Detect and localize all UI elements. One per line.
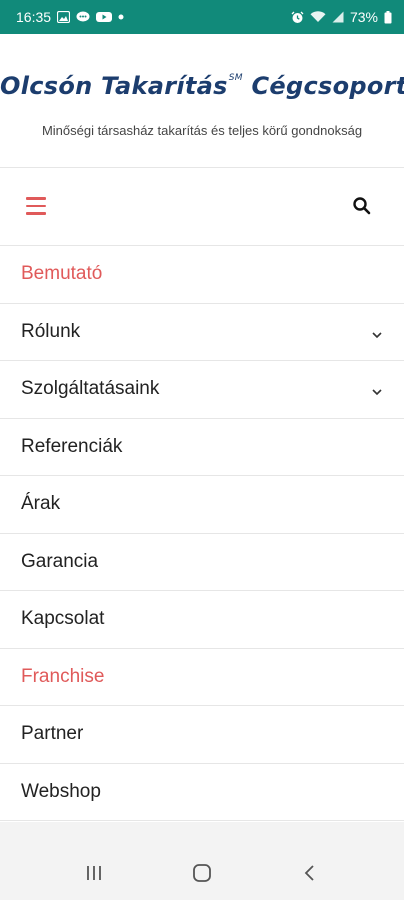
battery-percent: 73%: [349, 9, 378, 25]
youtube-icon: [96, 11, 113, 23]
chevron-down-icon[interactable]: [370, 383, 384, 397]
menu-item-arak[interactable]: Árak: [0, 476, 404, 534]
recent-apps-icon[interactable]: [79, 858, 109, 888]
service-mark: SM: [228, 73, 243, 83]
android-navigation-bar: [0, 845, 404, 900]
menu-item-franchise[interactable]: Franchise: [0, 649, 404, 706]
chevron-down-icon[interactable]: [370, 326, 384, 340]
menu-item-rolunk[interactable]: Rólunk: [0, 304, 404, 361]
search-icon[interactable]: [352, 196, 372, 216]
hamburger-menu-icon[interactable]: [26, 197, 46, 215]
home-icon[interactable]: [187, 858, 217, 888]
menu-item-garancia[interactable]: Garancia: [0, 534, 404, 591]
menu-item-szolgaltatasaink[interactable]: Szolgáltatásaink: [0, 361, 404, 419]
menu-item-label: Kapcsolat: [21, 608, 105, 630]
alarm-icon: [291, 11, 304, 24]
menu-item-label: Garancia: [21, 550, 99, 572]
status-right: 73%: [291, 9, 392, 25]
menu-item-label: Partner: [21, 723, 84, 745]
status-time: 16:35: [16, 9, 52, 25]
menu-item-label: Rólunk: [21, 320, 81, 342]
back-icon[interactable]: [295, 858, 325, 888]
menu-item-referenciak[interactable]: Referenciák: [0, 419, 404, 476]
menu-item-label: Webshop: [21, 780, 101, 802]
site-title[interactable]: Olcsón TakarításSM Cégcsoport: [0, 72, 404, 100]
site-title-suffix: Cégcsoport: [251, 72, 404, 100]
site-title-text: Olcsón Takarítás: [0, 72, 228, 100]
dot-icon: [118, 14, 124, 20]
menu-item-bemutato[interactable]: Bemutató: [0, 246, 404, 304]
status-left: 16:35: [16, 9, 124, 25]
signal-icon: [332, 11, 344, 23]
battery-icon: [384, 10, 392, 24]
toolbar: [0, 168, 404, 246]
site-tagline: Minőségi társasház takarítás és teljes k…: [41, 123, 363, 138]
menu-item-label: Bemutató: [21, 263, 103, 285]
status-bar: 16:35 73%: [0, 0, 404, 34]
menu-item-label: Referenciák: [21, 435, 123, 457]
gallery-icon: [57, 11, 71, 23]
site-header: Olcsón TakarításSM Cégcsoport Minőségi t…: [0, 34, 404, 168]
menu-item-partner[interactable]: Partner: [0, 706, 404, 764]
menu-item-label: Szolgáltatásaink: [21, 378, 160, 400]
menu-item-label: Árak: [21, 493, 61, 515]
menu-item-label: Franchise: [21, 665, 105, 687]
message-icon: [76, 11, 90, 23]
main-menu: Bemutató Rólunk Szolgáltatásaink Referen…: [0, 246, 404, 821]
wifi-icon: [310, 11, 326, 23]
menu-item-kapcsolat[interactable]: Kapcsolat: [0, 591, 404, 649]
menu-item-webshop[interactable]: Webshop: [0, 764, 404, 821]
